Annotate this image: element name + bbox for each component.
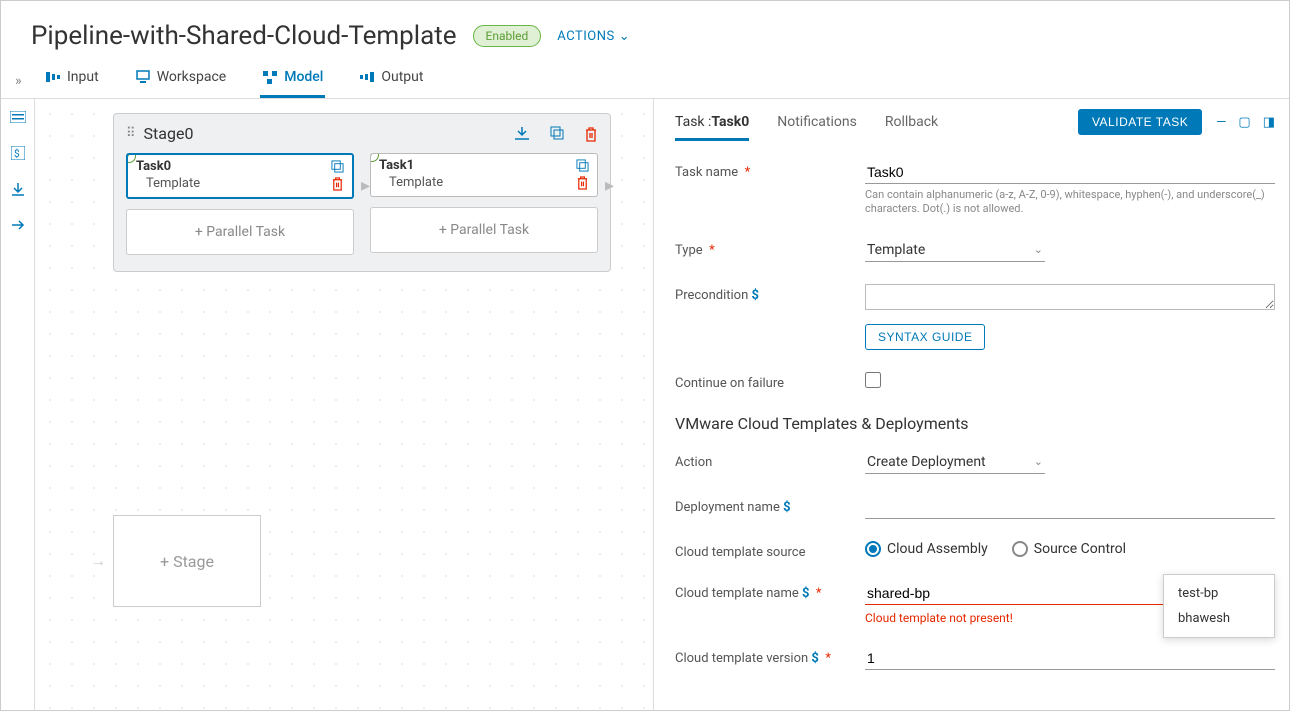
template-version-label: Cloud template version	[675, 651, 808, 666]
template-suggestions-popup: test-bp bhawesh	[1163, 574, 1275, 638]
action-value: Create Deployment	[867, 454, 986, 470]
task-name-label: Task name	[675, 165, 738, 180]
chevron-down-icon: ⌄	[1034, 243, 1043, 256]
actions-dropdown[interactable]: ACTIONS ⌄	[557, 29, 630, 44]
continue-label: Continue on failure	[675, 376, 784, 391]
maximize-icon[interactable]: ▢	[1238, 115, 1250, 130]
tab-model-label: Model	[284, 69, 323, 85]
task-type: Template	[146, 176, 200, 191]
deployment-name-input[interactable]	[865, 496, 1275, 519]
workspace-icon	[135, 69, 151, 85]
flow-arrow-icon: ▸	[605, 175, 614, 196]
continue-on-failure-checkbox[interactable]	[865, 372, 881, 388]
radio-icon	[1012, 541, 1028, 557]
action-label: Action	[675, 455, 712, 470]
section-title: VMware Cloud Templates & Deployments	[675, 414, 1275, 433]
precondition-label: Precondition	[675, 288, 748, 303]
copy-task-icon[interactable]	[331, 160, 344, 173]
stage-title: Stage0	[144, 124, 514, 143]
deployment-name-label: Deployment name	[675, 500, 780, 515]
actions-label: ACTIONS	[557, 29, 614, 44]
delete-task-icon[interactable]	[331, 176, 344, 191]
add-parallel-task-button[interactable]: + Parallel Task	[126, 209, 354, 255]
template-source-label: Cloud template source	[675, 545, 805, 560]
validate-task-button[interactable]: VALIDATE TASK	[1078, 109, 1202, 135]
radio-label: Source Control	[1034, 541, 1126, 557]
precondition-input[interactable]	[865, 284, 1275, 310]
chevron-down-icon: ⌄	[1034, 455, 1043, 468]
radio-label: Cloud Assembly	[887, 541, 988, 557]
tab-workspace-label: Workspace	[157, 69, 227, 85]
dock-icon[interactable]: ◨	[1263, 115, 1275, 130]
radio-source-control[interactable]: Source Control	[1012, 541, 1126, 557]
download-stage-icon[interactable]	[514, 126, 530, 142]
task-name: Task1	[379, 158, 414, 173]
task-name-hint: Can contain alphanumeric (a-z, A-Z, 0-9)…	[865, 188, 1275, 217]
tab-workspace[interactable]: Workspace	[133, 63, 229, 98]
toolbar-sidebar: $	[1, 99, 35, 710]
action-select[interactable]: Create Deployment ⌄	[865, 451, 1045, 474]
task-type: Template	[389, 175, 443, 190]
type-label: Type	[675, 243, 703, 258]
task-name-input[interactable]	[865, 161, 1275, 184]
status-badge: Enabled	[473, 25, 542, 47]
task-card-task0[interactable]: ✓ Task0 Template	[126, 153, 354, 199]
radio-icon	[865, 541, 881, 557]
panel-tab-rollback[interactable]: Rollback	[885, 114, 938, 141]
download-icon[interactable]	[8, 179, 28, 199]
template-version-input[interactable]	[865, 647, 1275, 670]
tab-input-label: Input	[67, 69, 99, 85]
expand-sidebar-icon[interactable]: »	[13, 67, 35, 95]
chevron-down-icon: ⌄	[619, 29, 630, 44]
type-select[interactable]: Template ⌄	[865, 239, 1045, 262]
panel-tab-task[interactable]: Task :Task0	[675, 114, 749, 141]
model-icon	[262, 69, 278, 85]
add-parallel-task-button[interactable]: + Parallel Task	[370, 207, 598, 253]
tab-output[interactable]: Output	[357, 63, 425, 98]
panel-tab-task-prefix: Task :	[675, 114, 711, 130]
syntax-guide-button[interactable]: SYNTAX GUIDE	[865, 324, 985, 350]
svg-text:$: $	[14, 147, 20, 160]
variable-icon[interactable]: $	[8, 143, 28, 163]
layout-icon[interactable]	[8, 107, 28, 127]
input-icon	[45, 69, 61, 85]
panel-resizer[interactable]	[653, 99, 661, 710]
minimize-icon[interactable]: —	[1216, 115, 1226, 130]
panel-tab-notifications[interactable]: Notifications	[777, 114, 857, 141]
tab-output-label: Output	[381, 69, 423, 85]
pipeline-canvas[interactable]: ⠿ Stage0 ✓ Task0	[35, 99, 653, 710]
suggestion-item[interactable]: test-bp	[1164, 581, 1274, 606]
tab-model[interactable]: Model	[260, 63, 325, 98]
output-icon	[359, 69, 375, 85]
page-title: Pipeline-with-Shared-Cloud-Template	[31, 21, 457, 51]
radio-cloud-assembly[interactable]: Cloud Assembly	[865, 541, 988, 557]
type-value: Template	[867, 242, 925, 258]
task-card-task1[interactable]: ✓ Task1 Template	[370, 153, 598, 197]
arrow-right-icon[interactable]	[8, 215, 28, 235]
flow-arrow-icon: ▸	[361, 175, 370, 196]
task-name: Task0	[136, 159, 171, 174]
drag-handle-icon[interactable]: ⠿	[126, 126, 136, 141]
suggestion-item[interactable]: bhawesh	[1164, 606, 1274, 631]
copy-task-icon[interactable]	[576, 159, 589, 172]
stage-card[interactable]: ⠿ Stage0 ✓ Task0	[113, 113, 611, 272]
panel-tab-task-name: Task0	[711, 114, 749, 130]
delete-stage-icon[interactable]	[584, 126, 598, 142]
tab-input[interactable]: Input	[43, 63, 101, 98]
template-name-label: Cloud template name	[675, 586, 799, 601]
copy-stage-icon[interactable]	[550, 126, 564, 142]
delete-task-icon[interactable]	[576, 175, 589, 190]
add-stage-button[interactable]: + Stage	[113, 515, 261, 607]
